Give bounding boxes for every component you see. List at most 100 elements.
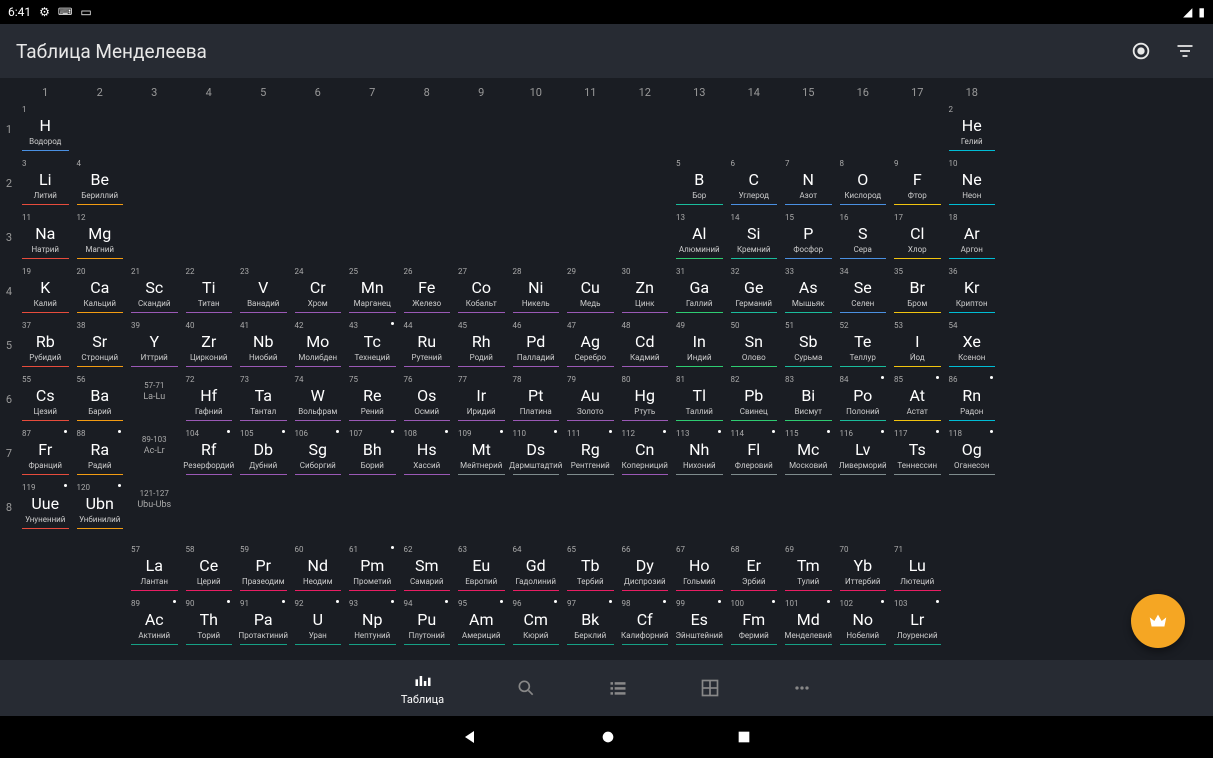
element-Tl[interactable]: 81TlТаллий: [672, 373, 727, 427]
element-Pb[interactable]: 82PbСвинец: [727, 373, 782, 427]
element-Zr[interactable]: 40ZrЦирконий: [182, 319, 237, 373]
element-Al[interactable]: 13AlАлюминий: [672, 211, 727, 265]
element-Ar[interactable]: 18ArАргон: [945, 211, 1000, 265]
element-Ds[interactable]: 110DsДармштадтий: [509, 427, 564, 481]
element-Rh[interactable]: 45RhРодий: [454, 319, 509, 373]
placeholder-la[interactable]: 57-71La-Lu: [127, 373, 182, 427]
element-Bk[interactable]: 97BkБерклий: [563, 597, 618, 651]
element-No[interactable]: 102NoНобелий: [836, 597, 891, 651]
element-Rb[interactable]: 37RbРубидий: [18, 319, 73, 373]
element-Ni[interactable]: 28NiНикель: [509, 265, 564, 319]
element-Zn[interactable]: 30ZnЦинк: [618, 265, 673, 319]
element-Au[interactable]: 79AuЗолото: [563, 373, 618, 427]
nav-table[interactable]: Таблица: [401, 671, 444, 706]
element-La[interactable]: 57LaЛантан: [127, 543, 182, 597]
nav-grid[interactable]: [700, 678, 720, 698]
element-Cr[interactable]: 24CrХром: [291, 265, 346, 319]
element-B[interactable]: 5BБор: [672, 157, 727, 211]
element-Uue[interactable]: 119UueУнуненний: [18, 481, 73, 535]
element-Ir[interactable]: 77IrИридий: [454, 373, 509, 427]
element-Sg[interactable]: 106SgСиборгий: [291, 427, 346, 481]
element-Os[interactable]: 76OsОсмий: [400, 373, 455, 427]
element-Bi[interactable]: 83BiВисмут: [781, 373, 836, 427]
element-Cm[interactable]: 96CmКюрий: [509, 597, 564, 651]
element-C[interactable]: 6CУглерод: [727, 157, 782, 211]
element-W[interactable]: 74WВольфрам: [291, 373, 346, 427]
filter-icon[interactable]: [1173, 39, 1197, 63]
element-Be[interactable]: 4BeБериллий: [73, 157, 128, 211]
element-He[interactable]: 2HeГелий: [945, 103, 1000, 157]
element-Ta[interactable]: 73TaТантал: [236, 373, 291, 427]
element-P[interactable]: 15PФосфор: [781, 211, 836, 265]
element-Ne[interactable]: 10NeНеон: [945, 157, 1000, 211]
element-Lv[interactable]: 116LvЛиверморий: [836, 427, 891, 481]
element-Bh[interactable]: 107BhБорий: [345, 427, 400, 481]
element-Yb[interactable]: 70YbИттербий: [836, 543, 891, 597]
placeholder-ubu[interactable]: 121-127Ubu-Ubs: [127, 481, 182, 535]
element-F[interactable]: 9FФтор: [890, 157, 945, 211]
element-Ce[interactable]: 58CeЦерий: [182, 543, 237, 597]
element-Cd[interactable]: 48CdКадмий: [618, 319, 673, 373]
element-Kr[interactable]: 36KrКриптон: [945, 265, 1000, 319]
element-Ho[interactable]: 67HoГольмий: [672, 543, 727, 597]
nav-search[interactable]: [516, 678, 536, 698]
element-Rf[interactable]: 104RfРезерфордий: [182, 427, 237, 481]
element-Lu[interactable]: 71LuЛютеций: [890, 543, 945, 597]
element-Ru[interactable]: 44RuРутений: [400, 319, 455, 373]
element-Mg[interactable]: 12MgМагний: [73, 211, 128, 265]
nav-home[interactable]: [600, 729, 616, 745]
element-Th[interactable]: 90ThТорий: [182, 597, 237, 651]
element-Sb[interactable]: 51SbСурьма: [781, 319, 836, 373]
element-Dy[interactable]: 66DyДиспрозий: [618, 543, 673, 597]
element-Pt[interactable]: 78PtПлатина: [509, 373, 564, 427]
element-H[interactable]: 1HВодород: [18, 103, 73, 157]
nav-back[interactable]: [462, 728, 480, 746]
element-Li[interactable]: 3LiЛитий: [18, 157, 73, 211]
element-Tc[interactable]: 43TcТехнеций: [345, 319, 400, 373]
element-Hf[interactable]: 72HfГафний: [182, 373, 237, 427]
element-Np[interactable]: 93NpНептуний: [345, 597, 400, 651]
element-Cu[interactable]: 29CuМедь: [563, 265, 618, 319]
element-Cf[interactable]: 98CfКалифорний: [618, 597, 673, 651]
nav-list[interactable]: [608, 678, 628, 698]
element-Md[interactable]: 101MdМенделевий: [781, 597, 836, 651]
element-Cl[interactable]: 17ClХлор: [890, 211, 945, 265]
element-Ts[interactable]: 117TsТеннессин: [890, 427, 945, 481]
element-I[interactable]: 53IЙод: [890, 319, 945, 373]
element-Sr[interactable]: 38SrСтронций: [73, 319, 128, 373]
element-Rg[interactable]: 111RgРентгений: [563, 427, 618, 481]
element-Ca[interactable]: 20CaКальций: [73, 265, 128, 319]
element-Pm[interactable]: 61PmПрометий: [345, 543, 400, 597]
element-Sc[interactable]: 21ScСкандий: [127, 265, 182, 319]
element-In[interactable]: 49InИндий: [672, 319, 727, 373]
element-Cs[interactable]: 55CsЦезий: [18, 373, 73, 427]
element-K[interactable]: 19KКалий: [18, 265, 73, 319]
element-Er[interactable]: 68ErЭрбий: [727, 543, 782, 597]
element-Ge[interactable]: 32GeГерманий: [727, 265, 782, 319]
element-Tm[interactable]: 69TmТулий: [781, 543, 836, 597]
element-Po[interactable]: 84PoПолоний: [836, 373, 891, 427]
element-Te[interactable]: 52TeТеллур: [836, 319, 891, 373]
element-Hs[interactable]: 108HsХассий: [400, 427, 455, 481]
placeholder-ac[interactable]: 89-103Ac-Lr: [127, 427, 182, 481]
element-Hg[interactable]: 80HgРтуть: [618, 373, 673, 427]
element-Db[interactable]: 105DbДубний: [236, 427, 291, 481]
element-V[interactable]: 23VВанадий: [236, 265, 291, 319]
element-Fm[interactable]: 100FmФермий: [727, 597, 782, 651]
element-Y[interactable]: 39YИттрий: [127, 319, 182, 373]
element-Fl[interactable]: 114FlФлеровий: [727, 427, 782, 481]
element-Si[interactable]: 14SiКремний: [727, 211, 782, 265]
element-Ba[interactable]: 56BaБарий: [73, 373, 128, 427]
refresh-icon[interactable]: [1129, 39, 1153, 63]
element-Gd[interactable]: 64GdГадолиний: [509, 543, 564, 597]
nav-more[interactable]: [792, 678, 812, 698]
element-Mt[interactable]: 109MtМейтнерий: [454, 427, 509, 481]
element-Ag[interactable]: 47AgСеребро: [563, 319, 618, 373]
element-Pa[interactable]: 91PaПротактиний: [236, 597, 291, 651]
element-Nb[interactable]: 41NbНиобий: [236, 319, 291, 373]
element-Rn[interactable]: 86RnРадон: [945, 373, 1000, 427]
element-U[interactable]: 92UУран: [291, 597, 346, 651]
element-Mo[interactable]: 42MoМолибден: [291, 319, 346, 373]
element-Sn[interactable]: 50SnОлово: [727, 319, 782, 373]
element-Se[interactable]: 34SeСелен: [836, 265, 891, 319]
